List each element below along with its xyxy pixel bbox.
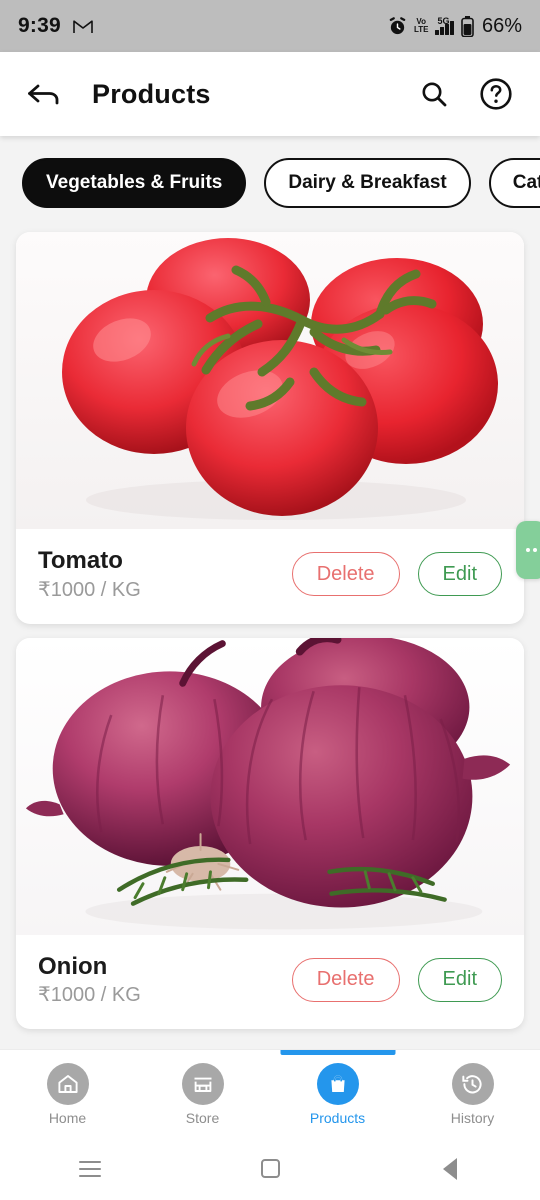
store-icon [181,1063,224,1105]
active-tab-indicator [280,1050,395,1055]
home-square-icon[interactable] [180,1159,360,1178]
nav-label: History [450,1110,495,1126]
category-chip-vegetables-fruits[interactable]: Vegetables & Fruits [22,158,247,208]
alarm-icon [388,16,407,36]
battery-icon [461,15,474,37]
volte-icon: Vo LTE [414,18,429,34]
product-card-tomato[interactable]: Tomato ₹1000 / KG Delete Edit [16,232,524,624]
app-bar: Products [0,52,540,136]
history-clock-icon [451,1063,494,1105]
more-dots-handle-icon[interactable] [516,521,540,579]
nav-item-products[interactable]: Products [270,1050,405,1126]
status-time: 9:39 [18,14,61,37]
network-type-label: 5G [437,15,450,26]
product-actions: Delete Edit [291,552,502,597]
battery-percent: 66% [481,14,522,37]
red-onions-photo [16,637,524,935]
product-price: ₹1000 / KG [38,578,141,601]
product-info: Tomato ₹1000 / KG [38,547,141,602]
product-actions: Delete Edit [291,957,502,1002]
category-chip-dairy-breakfast[interactable]: Dairy & Breakfast [264,158,471,208]
search-icon[interactable] [412,72,456,116]
nav-label: Store [185,1110,220,1126]
help-circle-icon[interactable] [474,72,518,116]
nav-item-home[interactable]: Home [0,1050,135,1126]
shopping-bag-icon [316,1063,359,1105]
page-title: Products [92,78,211,109]
product-name: Tomato [38,547,123,574]
volte-bottom: LTE [413,25,429,34]
product-name: Onion [38,952,108,980]
chip-label: Vegetables & Fruits [46,172,223,193]
product-list-scroll[interactable]: Vegetables & Fruits Dairy & Breakfast Ca… [0,136,540,1049]
nav-item-history[interactable]: History [405,1050,540,1126]
gmail-icon [73,19,93,34]
nav-label: Products [309,1110,366,1126]
product-card-onion[interactable]: Onion ₹1000 / KG Delete Edit [16,637,524,1030]
home-icon [46,1063,89,1105]
bottom-navigation: Home Store Products History [0,1049,540,1137]
edit-button[interactable]: Edit [417,957,502,1002]
chip-label: Category [512,172,540,193]
android-navigation-bar [0,1137,540,1200]
product-card-body: Tomato ₹1000 / KG Delete Edit [16,529,524,624]
product-price: ₹1000 / KG [38,984,141,1007]
status-bar: 9:39 Vo LTE 5G 66% [0,0,540,52]
product-info: Onion ₹1000 / KG [38,953,141,1008]
recents-menu-icon[interactable] [0,1160,180,1177]
chip-label: Dairy & Breakfast [288,172,447,193]
tomatoes-photo [16,232,524,529]
category-chip-category[interactable]: Category [488,158,540,208]
back-triangle-icon[interactable] [360,1157,540,1180]
delete-button[interactable]: Delete [291,552,400,597]
edit-button[interactable]: Edit [417,552,502,597]
back-arrow-icon[interactable] [22,72,66,116]
status-bar-right: Vo LTE 5G 66% [388,15,522,38]
nav-item-store[interactable]: Store [135,1050,270,1126]
product-card-body: Onion ₹1000 / KG Delete Edit [16,935,524,1030]
signal-bars-icon: 5G [435,15,454,35]
status-bar-left: 9:39 [18,14,93,38]
delete-button[interactable]: Delete [291,957,400,1002]
nav-label: Home [48,1110,87,1126]
category-chip-row[interactable]: Vegetables & Fruits Dairy & Breakfast Ca… [0,136,540,218]
